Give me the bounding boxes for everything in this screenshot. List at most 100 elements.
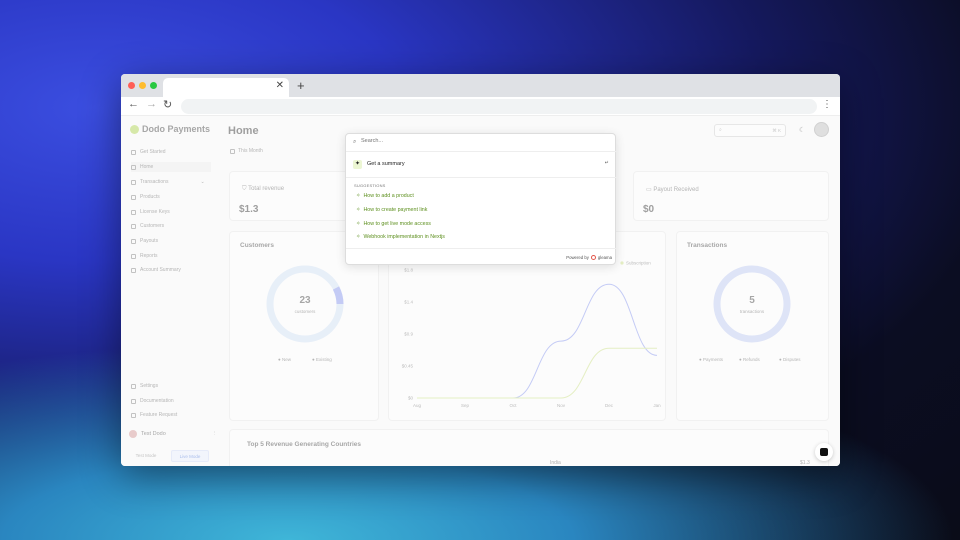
sidebar-item-label: Customers	[140, 223, 165, 229]
chat-launcher-button[interactable]	[815, 443, 833, 461]
payout-label: ▭ Payout Received	[646, 186, 699, 193]
transactions-title: Transactions	[687, 242, 728, 249]
legend-refunds-label: Refunds	[742, 357, 760, 362]
y-tick-label: $1.8	[404, 268, 413, 273]
sidebar: Dodo Payments Get Started Home Transacti…	[121, 116, 218, 466]
maximize-window-button[interactable]	[150, 82, 157, 89]
sidebar-item-payouts[interactable]: Payouts	[131, 238, 158, 244]
legend-payments: ● Payments	[699, 357, 723, 362]
legend-payments-label: Payments	[702, 357, 723, 362]
sidebar-item-account-summary[interactable]: Account Summary	[131, 267, 181, 273]
sidebar-item-label: Feature Request	[140, 412, 178, 418]
powered-brand: gleama	[597, 255, 612, 260]
payout-card: ▭ Payout Received $0	[633, 171, 829, 221]
legend-refunds: ● Refunds	[739, 357, 760, 362]
back-arrow-icon[interactable]: ←	[128, 98, 139, 110]
chat-icon	[820, 448, 828, 456]
close-window-button[interactable]	[128, 82, 135, 89]
legend-new-label: New	[281, 357, 291, 362]
x-tick-label: Nov	[557, 403, 566, 408]
suggestion-item[interactable]: ✧ Webhook implementation in Nextjs	[356, 234, 445, 240]
sparkle-icon: ✦	[353, 159, 362, 169]
sparkle-icon: ✧	[356, 193, 361, 199]
x-tick-label: Dec	[605, 403, 614, 408]
country-value: $1.3	[800, 460, 810, 466]
minimize-window-button[interactable]	[139, 82, 146, 89]
sidebar-item-products[interactable]: Products	[131, 194, 160, 200]
suggestion-item[interactable]: ✧ How to get live mode access	[356, 221, 431, 227]
sidebar-item-customers[interactable]: Customers	[131, 223, 164, 229]
period-label: This Month	[238, 148, 263, 154]
customers-count: 23	[299, 295, 311, 306]
sidebar-item-settings[interactable]: Settings	[131, 383, 158, 389]
powered-by[interactable]: Powered by gleama	[566, 255, 612, 260]
reload-icon[interactable]: ↻	[163, 98, 172, 111]
ask-ai-popup: ⌕ ✦ Get a summary ↵ SUGGESTIONS ✧How to …	[345, 133, 617, 265]
y-tick-label: $0.9	[404, 332, 413, 337]
sidebar-item-label: Home	[140, 164, 154, 170]
search-icon: ⌕	[353, 139, 357, 145]
user-menu[interactable]: Test Dodo ⋮	[129, 430, 217, 438]
chevron-down-icon: ⌄	[200, 179, 205, 185]
home-icon	[131, 164, 136, 170]
transactions-card: Transactions 5 transactions ● Payments ●…	[676, 231, 829, 421]
enter-key-icon: ↵	[604, 160, 609, 166]
users-icon	[131, 223, 136, 229]
suggestion-item[interactable]: ✧ How to add a product	[356, 193, 414, 199]
customers-title: Customers	[240, 242, 274, 249]
tab-close-icon[interactable]: ✕	[276, 80, 284, 91]
popup-search-input[interactable]	[361, 138, 601, 144]
suggestions-heading: SUGGESTIONS	[354, 183, 386, 188]
suggestion-label: How to get live mode access	[363, 221, 431, 227]
sidebar-item-label: License Keys	[140, 209, 170, 215]
live-mode-toggle[interactable]: Live Mode	[171, 450, 209, 462]
x-tick-label: Sep	[461, 403, 470, 408]
y-tick-label: $0	[408, 396, 414, 401]
new-tab-icon[interactable]: +	[297, 78, 305, 93]
forward-arrow-icon[interactable]: →	[146, 98, 157, 110]
legend-existing-label: Existing	[315, 357, 332, 362]
revenue-label-text: Total revenue	[248, 186, 285, 192]
user-name: Test Dodo	[141, 431, 166, 437]
brand-name: Dodo Payments	[142, 124, 211, 134]
suggestion-item[interactable]: ✧ How to create payment link	[356, 207, 427, 213]
avatar[interactable]	[814, 122, 829, 137]
sparkle-icon: ✧	[356, 234, 361, 240]
sidebar-item-label: Products	[140, 194, 160, 200]
sidebar-item-get-started[interactable]: Get Started	[131, 149, 166, 155]
rocket-icon	[131, 149, 136, 155]
popup-search-bar: ⌕	[346, 134, 617, 152]
sidebar-item-home[interactable]: Home	[131, 162, 211, 172]
browser-tab[interactable]: ✕	[163, 78, 289, 97]
legend-disputes: ● Disputes	[779, 357, 801, 362]
calendar-icon	[230, 148, 235, 154]
payout-label-text: Payout Received	[653, 187, 699, 193]
book-icon	[131, 398, 136, 404]
legend-label: Subscription	[626, 261, 651, 266]
page-title: Home	[228, 125, 259, 137]
sidebar-item-documentation[interactable]: Documentation	[131, 398, 174, 404]
sidebar-item-reports[interactable]: Reports	[131, 253, 158, 259]
summary-label: Get a summary	[367, 161, 405, 167]
period-selector[interactable]: This Month	[230, 148, 263, 154]
sidebar-item-transactions[interactable]: Transactions ⌄	[131, 179, 205, 185]
sidebar-item-license-keys[interactable]: License Keys	[131, 209, 170, 215]
address-bar[interactable]	[181, 99, 817, 114]
sidebar-item-feature-request[interactable]: Feature Request	[131, 412, 177, 418]
customers-sub: customers	[294, 309, 316, 314]
box-icon	[131, 194, 136, 200]
test-mode-toggle[interactable]: Test Mode	[127, 450, 165, 462]
series-line	[417, 347, 657, 399]
browser-menu-icon[interactable]: ⋮	[822, 99, 832, 110]
get-summary-item[interactable]: ✦ Get a summary ↵	[351, 157, 612, 171]
more-vertical-icon[interactable]: ⋮	[212, 431, 218, 437]
divider	[346, 177, 617, 178]
top-search-button[interactable]: ⌕ ⌘ K	[714, 124, 786, 137]
search-icon: ⌕	[719, 127, 722, 133]
series-line	[417, 283, 658, 399]
moon-icon[interactable]: ☾	[799, 126, 805, 134]
legend-existing: ● Existing	[312, 357, 332, 362]
legend-new: ● New	[278, 357, 291, 362]
sidebar-item-label: Get Started	[140, 149, 166, 155]
tab-bar: ✕ +	[121, 74, 840, 97]
